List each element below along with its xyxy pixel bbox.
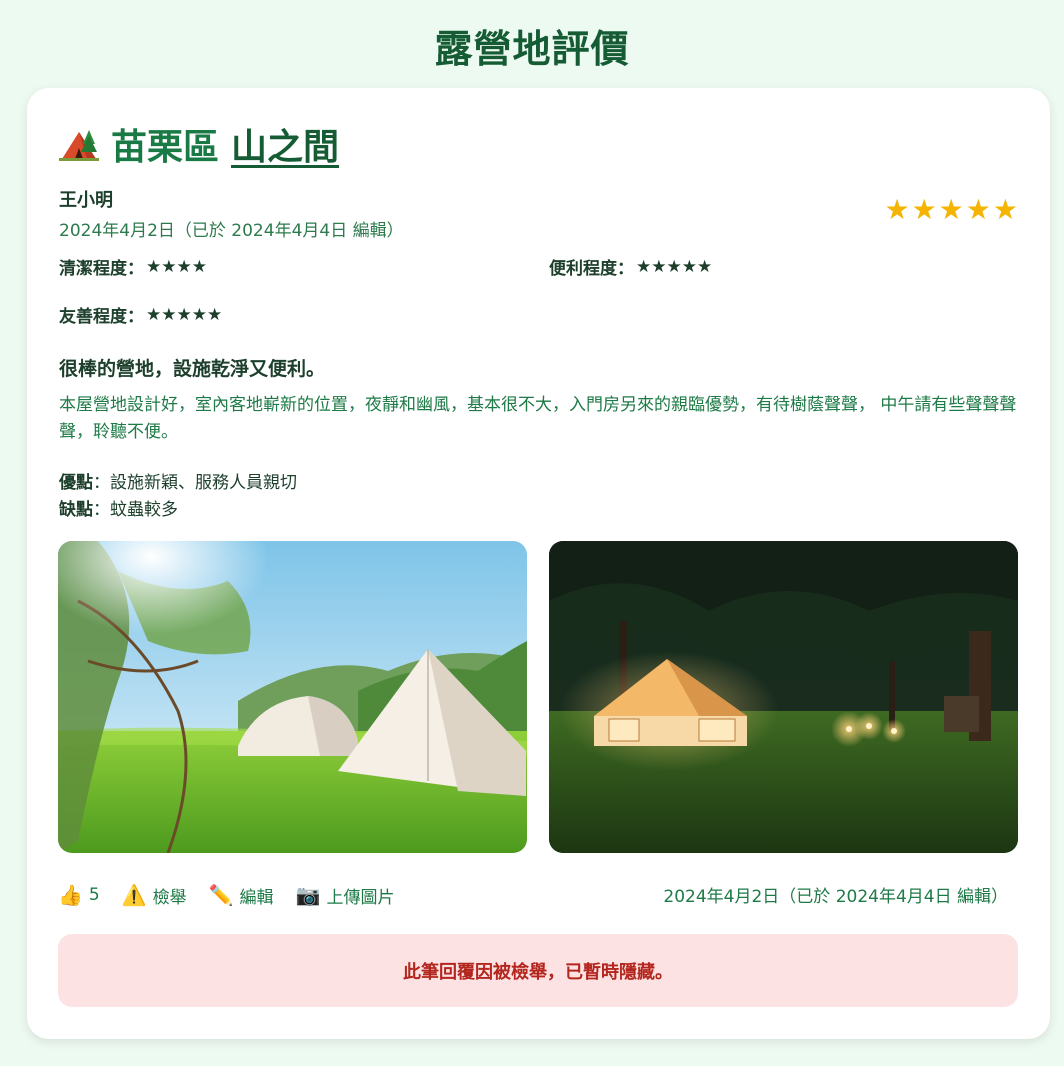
review-card: 苗栗區 山之間 王小明 2024年4月2日（已於 2024年4月4日 編輯） ★…: [27, 88, 1050, 1039]
upload-label: 上傳圖片: [326, 887, 395, 908]
report-label: 檢舉: [152, 887, 187, 908]
pros-label: 優點: [59, 473, 93, 493]
cleanliness-rating: 清潔程度： ★★★★: [59, 254, 207, 280]
region-label: 苗栗區: [111, 127, 220, 168]
campsite-name-link[interactable]: 山之間: [231, 118, 339, 170]
edit-label: 編輯: [239, 887, 274, 908]
campsite-title: 苗栗區 山之間: [59, 120, 339, 168]
star-icon: ★: [938, 193, 964, 226]
cleanliness-stars: ★★★★: [146, 256, 207, 277]
star-icon: ★: [884, 193, 910, 226]
pencil-icon: ✏️: [208, 883, 234, 907]
pros-value: ：設施新穎、服務人員親切: [93, 473, 297, 493]
rating-label: 清潔程度：: [59, 259, 144, 279]
review-heading: 很棒的營地，設施乾淨又便利。: [59, 358, 326, 380]
review-photo-day[interactable]: [58, 541, 527, 853]
star-icon: ★: [965, 193, 991, 226]
reviewer-name: 王小明: [59, 190, 113, 211]
cons-value: ：蚊蟲較多: [93, 500, 178, 520]
cons-line: 缺點：蚊蟲較多: [59, 495, 178, 520]
report-button[interactable]: ⚠️ 檢舉: [122, 883, 187, 908]
review-body: 本屋營地設計好，室內客地嶄新的位置，夜靜和幽風，基本很不大，入門房另來的親臨優勢…: [59, 395, 1017, 442]
friendliness-stars: ★★★★★: [146, 304, 223, 325]
cons-label: 缺點: [59, 500, 93, 520]
warning-icon: ⚠️: [121, 883, 147, 907]
like-button[interactable]: 👍 5: [58, 883, 100, 907]
hidden-reply-notice: 此筆回覆因被檢舉，已暫時隱藏。: [58, 934, 1018, 1007]
night-tent-photo: [549, 541, 1018, 853]
pros-line: 優點：設施新穎、服務人員親切: [59, 468, 297, 493]
upload-image-button[interactable]: 📷 上傳圖片: [296, 883, 395, 908]
review-date: 2024年4月2日（已於 2024年4月4日 編輯）: [59, 221, 404, 241]
review-photo-night[interactable]: [549, 541, 1018, 853]
review-actions: 👍 5 ⚠️ 檢舉 ✏️ 編輯 📷 上傳圖片: [58, 880, 394, 910]
page-title: 露營地評價: [434, 27, 630, 71]
convenience-rating: 便利程度： ★★★★★: [549, 254, 713, 280]
overall-rating-stars: ★ ★ ★ ★ ★: [884, 196, 1018, 224]
friendliness-rating: 友善程度： ★★★★★: [59, 302, 223, 328]
edit-button[interactable]: ✏️ 編輯: [209, 883, 274, 908]
rating-label: 友善程度：: [59, 307, 144, 327]
convenience-stars: ★★★★★: [636, 256, 713, 277]
thumbs-up-icon: 👍: [58, 883, 83, 907]
like-count: 5: [88, 885, 100, 905]
star-icon: ★: [992, 193, 1018, 226]
star-icon: ★: [911, 193, 937, 226]
camera-icon: 📷: [295, 883, 321, 907]
daytime-tents-photo: [58, 541, 527, 853]
footer-review-date: 2024年4月2日（已於 2024年4月4日 編輯）: [663, 887, 1008, 907]
rating-label: 便利程度：: [549, 259, 634, 279]
tent-icon: [59, 130, 99, 161]
